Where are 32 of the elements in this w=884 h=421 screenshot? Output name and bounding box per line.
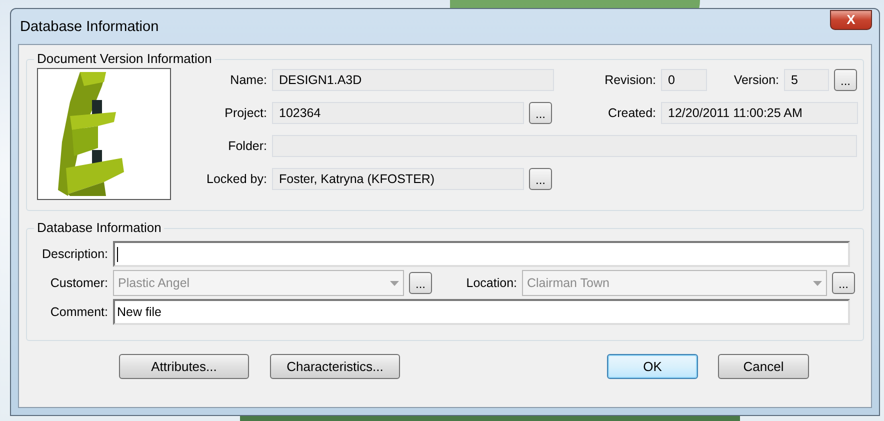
read-only-field: 12/20/2011 11:00:25 AM: [661, 102, 858, 124]
read-only-field: 0: [661, 69, 707, 91]
field-label: Description:: [41, 247, 109, 261]
field-label: Version:: [732, 73, 780, 87]
dropdown-arrow-icon: [390, 280, 399, 286]
dialog-button[interactable]: Cancel: [718, 354, 809, 378]
close-button[interactable]: X: [830, 10, 872, 30]
dialog-button[interactable]: OK: [607, 354, 698, 378]
field-label: Revision:: [604, 73, 657, 87]
field-label: Created:: [607, 106, 657, 120]
description-field[interactable]: [113, 241, 850, 267]
field-label: Project:: [224, 106, 268, 120]
read-only-field: 102364: [272, 102, 524, 124]
group-title: Document Version Information: [34, 51, 215, 66]
group-title: Database Information: [34, 220, 164, 235]
browse-button[interactable]: ...: [834, 69, 857, 91]
window-title: Database Information: [19, 18, 159, 34]
dialog-button[interactable]: Attributes...: [119, 354, 249, 378]
read-only-field: 5: [784, 69, 829, 91]
read-only-field: Foster, Katryna (KFOSTER): [272, 168, 524, 190]
field-label: Locked by:: [206, 172, 268, 186]
field-label: Comment:: [49, 305, 109, 319]
browse-button[interactable]: ...: [529, 168, 552, 190]
dropdown-arrow-icon: [813, 280, 822, 286]
field-label: Customer:: [49, 276, 109, 290]
comment-field[interactable]: New file: [113, 299, 850, 325]
browse-button[interactable]: ...: [529, 102, 552, 124]
field-label: Name:: [229, 73, 268, 87]
field-label: Location:: [465, 276, 518, 290]
dialog-button[interactable]: Characteristics...: [270, 354, 400, 378]
read-only-field: DESIGN1.A3D: [272, 69, 554, 91]
field-label: Folder:: [227, 139, 268, 153]
